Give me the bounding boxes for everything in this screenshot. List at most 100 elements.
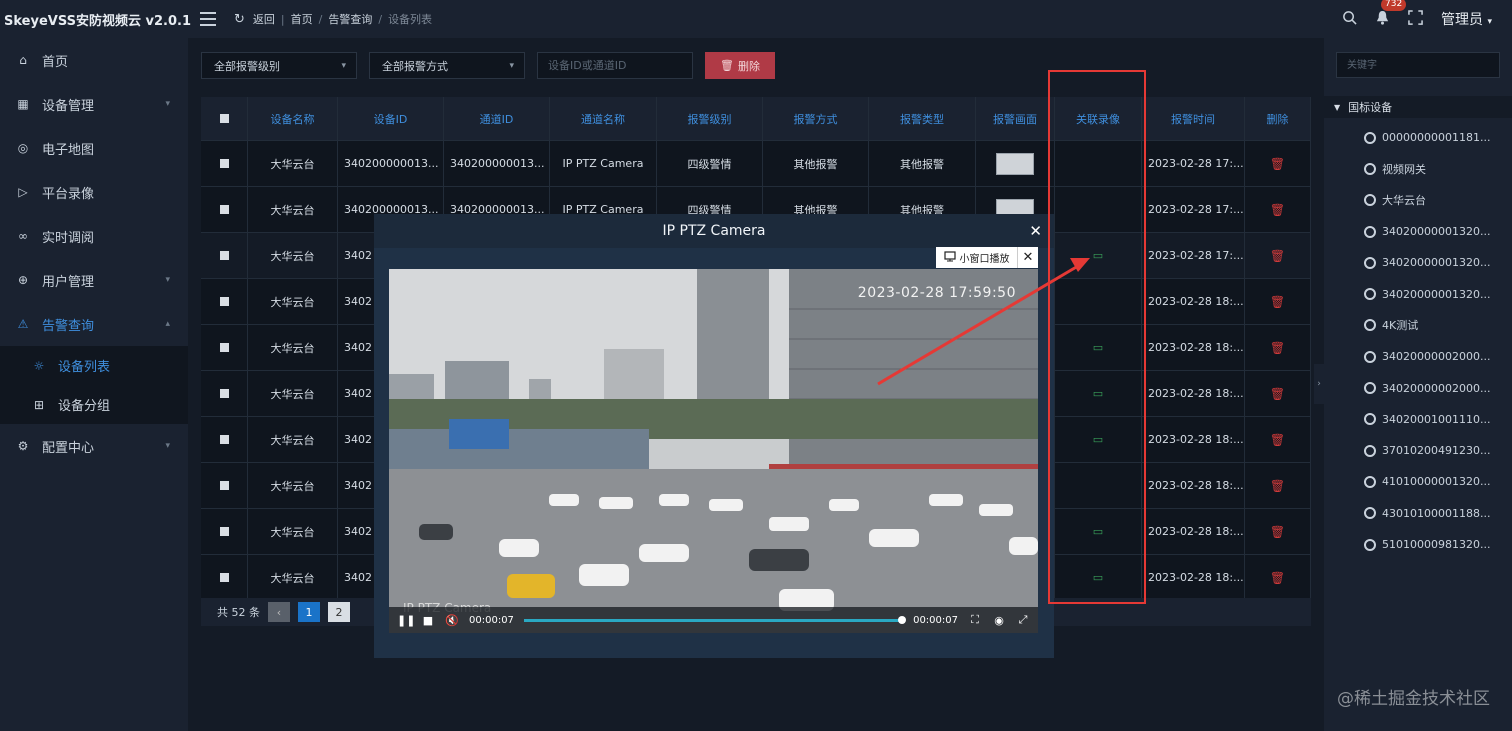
sidebar-item-alarm[interactable]: ⚠ 告警查询 ▴ (0, 302, 188, 346)
delete-button[interactable]: 🗑 删除 (705, 52, 775, 79)
trash-icon[interactable]: 🗑 (1270, 249, 1285, 263)
close-icon[interactable]: ✕ (1018, 250, 1038, 265)
menu-toggle-icon[interactable] (200, 12, 216, 26)
cell-name: 大华云台 (248, 371, 338, 416)
tree-device-item[interactable]: 34020000001320... (1324, 247, 1512, 278)
alarm-thumbnail[interactable] (996, 152, 1034, 175)
sidebar-item-home[interactable]: ⌂ 首页 (0, 38, 188, 82)
back-link[interactable]: 返回 (253, 11, 275, 27)
alarm-level-select[interactable]: 全部报警级别 ▾ (201, 52, 357, 79)
chevron-down-icon: ▾ (341, 60, 346, 71)
column-header[interactable]: 报警时间 (1142, 97, 1245, 140)
mini-window-play-button[interactable]: 小窗口播放 (936, 247, 1018, 268)
panel-collapse-toggle[interactable]: › (1314, 364, 1324, 404)
stop-icon[interactable]: ■ (421, 614, 435, 627)
row-checkbox[interactable] (201, 463, 248, 508)
bell-icon[interactable]: 732 (1375, 0, 1407, 28)
trash-icon[interactable]: 🗑 (1270, 433, 1285, 447)
tree-device-item[interactable]: 43010100001188... (1324, 498, 1512, 529)
row-checkbox[interactable] (201, 187, 248, 232)
progress-knob[interactable] (898, 615, 907, 624)
device-search-input[interactable] (537, 52, 693, 79)
search-icon[interactable] (1342, 10, 1357, 28)
cell-name: 大华云台 (248, 509, 338, 554)
sidebar-subitem-device-group[interactable]: ⊞ 设备分组 (0, 385, 188, 424)
tree-device-item[interactable]: 视频网关 (1324, 153, 1512, 184)
sidebar-item-device[interactable]: ▦ 设备管理 ▾ (0, 82, 188, 126)
select-all-checkbox[interactable] (201, 97, 248, 140)
trash-icon[interactable]: 🗑 (1270, 341, 1285, 355)
user-menu[interactable]: 管理员 ▾ (1441, 9, 1492, 29)
expand-icon[interactable]: ⤢ (1016, 613, 1030, 627)
sidebar-item-config[interactable]: ⚙ 配置中心 ▾ (0, 424, 188, 468)
sidebar-item-map[interactable]: ◎ 电子地图 (0, 126, 188, 170)
tree-device-item[interactable]: 大华云台 (1324, 185, 1512, 216)
tree-device-item[interactable]: 4K测试 (1324, 310, 1512, 341)
row-checkbox[interactable] (201, 417, 248, 462)
video-player[interactable]: 2023-02-28 17:59:50 IP PTZ Camera ❚❚ ■ 🔇… (389, 269, 1038, 633)
row-checkbox[interactable] (201, 233, 248, 278)
fullscreen-icon[interactable] (1408, 10, 1423, 28)
tree-device-item[interactable]: 41010000001320... (1324, 466, 1512, 497)
tree-device-item[interactable]: 34020000002000... (1324, 341, 1512, 372)
trash-icon[interactable]: 🗑 (1270, 387, 1285, 401)
page-1-button[interactable]: 1 (298, 602, 320, 622)
trash-icon[interactable]: 🗑 (1270, 525, 1285, 539)
tree-device-item[interactable]: 00000000001181... (1324, 122, 1512, 153)
cell-delete: 🗑 (1245, 509, 1311, 554)
cell-alarm-image (976, 141, 1055, 186)
device-node-icon (1364, 475, 1376, 488)
trash-icon[interactable]: 🗑 (1270, 571, 1285, 585)
breadcrumb-home[interactable]: 首页 (291, 11, 313, 27)
tree-device-item[interactable]: 34020000002000... (1324, 372, 1512, 403)
row-checkbox[interactable] (201, 279, 248, 324)
device-node-icon (1364, 319, 1376, 332)
trash-icon[interactable]: 🗑 (1270, 203, 1285, 217)
column-header: 删除 (1245, 97, 1311, 140)
alarm-method-select[interactable]: 全部报警方式 ▾ (369, 52, 525, 79)
row-checkbox[interactable] (201, 141, 248, 186)
tree-search-input[interactable] (1336, 52, 1500, 78)
tree-device-item[interactable]: 51010000981320... (1324, 529, 1512, 560)
mute-icon[interactable]: 🔇 (445, 614, 459, 627)
row-checkbox[interactable] (201, 325, 248, 370)
sidebar-item-record[interactable]: ▷ 平台录像 (0, 170, 188, 214)
trash-icon[interactable]: 🗑 (1270, 295, 1285, 309)
tree-device-item[interactable]: 34020000001320... (1324, 216, 1512, 247)
cell-time: 2023-02-28 18:... (1142, 279, 1245, 324)
pause-icon[interactable]: ❚❚ (397, 614, 415, 627)
refresh-icon[interactable]: ↻ (234, 12, 245, 27)
checkbox-icon (219, 435, 229, 444)
live-icon: ∞ (18, 229, 28, 243)
prev-page-button[interactable]: ‹ (268, 602, 290, 622)
monitor-icon (943, 250, 956, 265)
chevron-down-icon: ▾ (509, 60, 514, 71)
tree-root-node[interactable]: ▼ 国标设备 (1324, 96, 1512, 118)
sidebar-subitem-device-list[interactable]: ☼ 设备列表 (0, 346, 188, 385)
tree-device-item[interactable]: 37010200491230... (1324, 435, 1512, 466)
row-checkbox[interactable] (201, 371, 248, 416)
tree-device-item[interactable]: 34020001001110... (1324, 404, 1512, 435)
screenshot-region-icon[interactable]: ⛶ (968, 613, 982, 627)
current-time: 00:00:07 (469, 614, 514, 626)
trash-icon[interactable]: 🗑 (1270, 157, 1285, 171)
column-header: 通道ID (444, 97, 550, 140)
device-node-icon (1364, 162, 1376, 175)
close-icon[interactable]: ✕ (1029, 222, 1042, 240)
breadcrumb-alarm[interactable]: 告警查询 (328, 11, 372, 27)
mini-window-bar: 小窗口播放 ✕ (936, 247, 1038, 268)
trash-icon[interactable]: 🗑 (1270, 479, 1285, 493)
sidebar-item-live[interactable]: ∞ 实时调阅 (0, 214, 188, 258)
checkbox-icon (219, 573, 229, 582)
row-checkbox[interactable] (201, 509, 248, 554)
breadcrumb: 返回 | 首页 / 告警查询 / 设备列表 (252, 11, 433, 27)
page-2-button[interactable]: 2 (328, 602, 350, 622)
chevron-down-icon: ▾ (165, 99, 170, 109)
sidebar-item-users[interactable]: ⊕ 用户管理 ▾ (0, 258, 188, 302)
tree-device-item[interactable]: 34020000001320... (1324, 278, 1512, 309)
app-header: SkeyeVSS安防视频云 v2.0.1 ↻ 返回 | 首页 / 告警查询 / … (0, 0, 1512, 38)
progress-bar[interactable] (523, 615, 907, 624)
row-checkbox[interactable] (201, 555, 248, 600)
camera-icon[interactable]: ◉ (992, 614, 1006, 627)
alarm-icon: ⚠ (17, 317, 29, 331)
